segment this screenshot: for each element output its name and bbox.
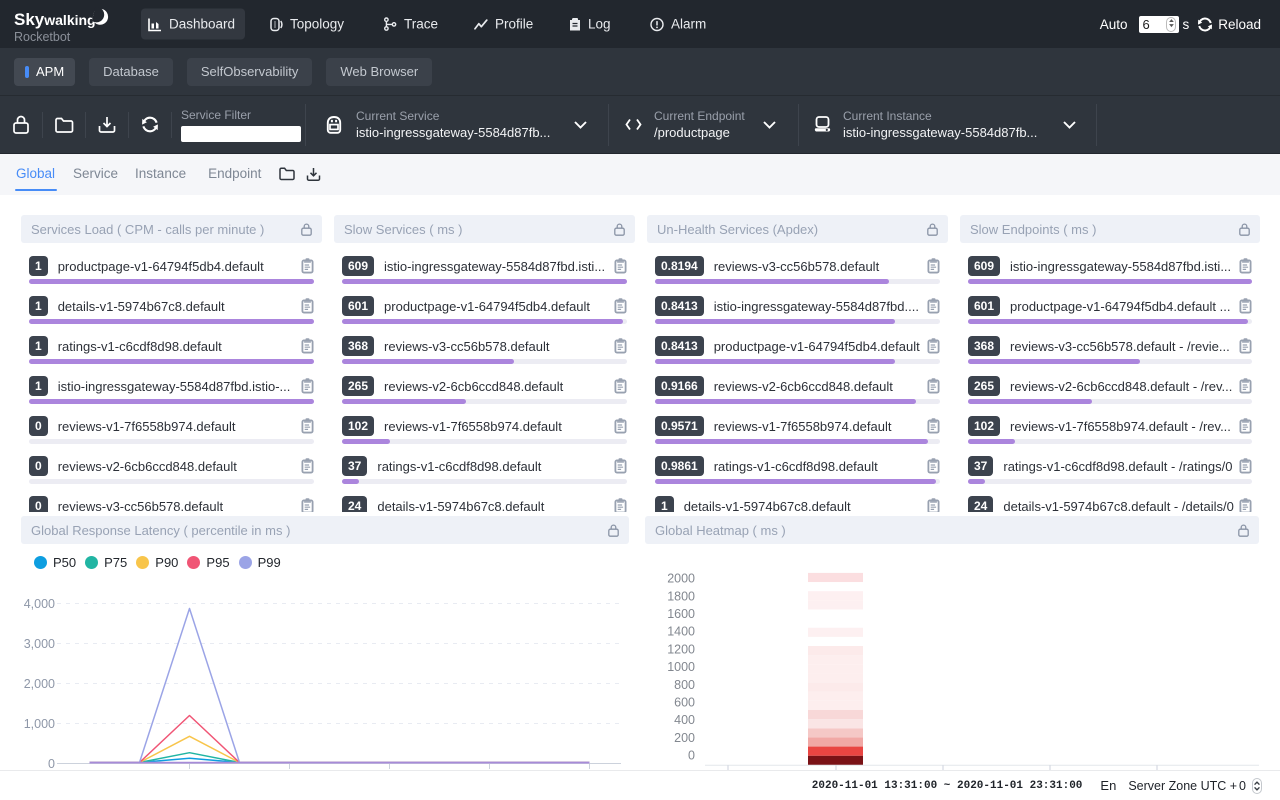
svg-text:200: 200 xyxy=(674,731,695,745)
svg-text:2000: 2000 xyxy=(667,572,695,586)
svg-text:1,000: 1,000 xyxy=(24,717,55,731)
svg-text:0: 0 xyxy=(688,749,695,763)
svg-text:1200: 1200 xyxy=(667,642,695,656)
svg-text:3,000: 3,000 xyxy=(24,637,55,651)
svg-text:400: 400 xyxy=(674,713,695,727)
svg-text:2,000: 2,000 xyxy=(24,677,55,691)
svg-text:1400: 1400 xyxy=(667,625,695,639)
svg-text:1000: 1000 xyxy=(667,660,695,674)
svg-text:0: 0 xyxy=(48,757,55,770)
svg-text:1600: 1600 xyxy=(667,607,695,621)
svg-text:600: 600 xyxy=(674,696,695,710)
svg-text:4,000: 4,000 xyxy=(24,597,55,611)
svg-text:1800: 1800 xyxy=(667,589,695,603)
svg-text:800: 800 xyxy=(674,678,695,692)
